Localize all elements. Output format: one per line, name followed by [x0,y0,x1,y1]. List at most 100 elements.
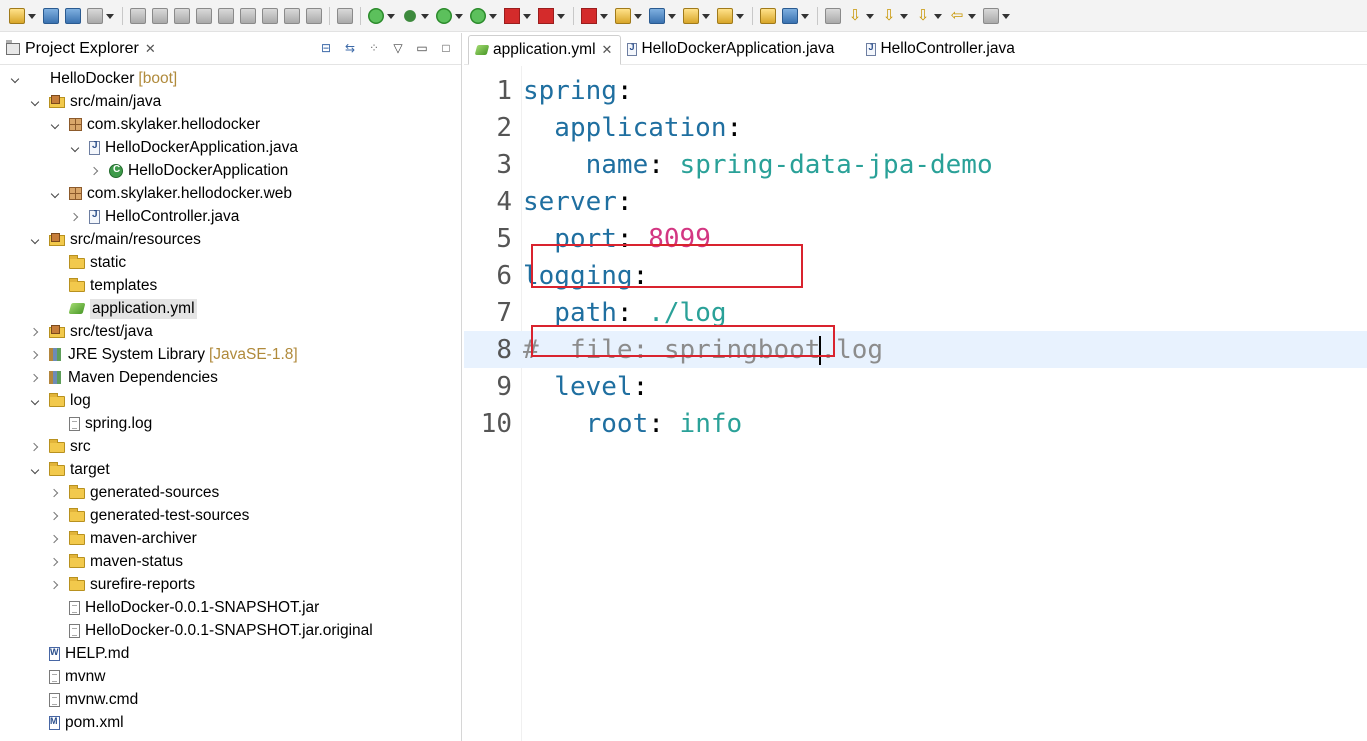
tree-item[interactable]: src/test/java [0,320,461,343]
tree-item[interactable]: mvnw [0,665,461,688]
expanded-chevron-icon[interactable] [50,119,62,131]
collapsed-chevron-icon[interactable] [50,510,62,522]
dropdown-arrow-icon[interactable] [736,8,744,24]
next-annotation-icon[interactable]: ⇩ [847,7,863,24]
filter-icon[interactable]: ⁘ [367,41,381,55]
search-icon[interactable] [760,7,776,24]
dropdown-arrow-icon[interactable] [387,8,395,24]
new-icon[interactable] [9,7,25,24]
dropdown-arrow-icon[interactable] [489,8,497,24]
tree-item[interactable]: HELP.md [0,642,461,665]
step-over-icon[interactable] [262,7,278,24]
view-menu-icon[interactable]: ▽ [391,41,405,55]
tree-item[interactable]: maven-archiver [0,527,461,550]
collapsed-chevron-icon[interactable] [50,487,62,499]
new-java-class-icon[interactable] [649,7,665,24]
use-step-filters-icon[interactable] [337,7,353,24]
collapsed-chevron-icon[interactable] [30,441,42,453]
tree-item[interactable]: com.skylaker.hellodocker.web [0,182,461,205]
expanded-chevron-icon[interactable] [70,142,82,154]
coverage-icon[interactable] [470,7,486,24]
tree-item[interactable]: src [0,435,461,458]
run-icon[interactable] [436,7,452,24]
expanded-chevron-icon[interactable] [50,188,62,200]
dropdown-arrow-icon[interactable] [634,8,642,24]
tree-item[interactable]: static [0,251,461,274]
debug-icon[interactable] [402,7,418,24]
tree-item[interactable]: surefire-reports [0,573,461,596]
collapsed-chevron-icon[interactable] [30,326,42,338]
collapsed-chevron-icon[interactable] [90,165,102,177]
dropdown-arrow-icon[interactable] [600,8,608,24]
save-all-icon[interactable] [65,7,81,24]
tree-item[interactable]: pom.xml [0,711,461,734]
forward-icon[interactable] [983,7,999,24]
save-icon[interactable] [43,7,59,24]
dropdown-arrow-icon[interactable] [523,8,531,24]
close-icon[interactable]: ✕ [602,42,613,58]
tree-item[interactable]: application.yml [0,297,461,320]
tree-item[interactable]: HelloController.java [0,205,461,228]
tree-item[interactable]: src/main/resources [0,228,461,251]
open-type-icon[interactable] [683,7,699,24]
expanded-chevron-icon[interactable] [30,464,42,476]
tree-item[interactable]: maven-status [0,550,461,573]
dropdown-arrow-icon[interactable] [801,8,809,24]
dropdown-arrow-icon[interactable] [106,8,114,24]
dropdown-arrow-icon[interactable] [668,8,676,24]
tree-item[interactable]: mvnw.cmd [0,688,461,711]
tree-item[interactable]: generated-test-sources [0,504,461,527]
dropdown-arrow-icon[interactable] [28,8,36,24]
collapsed-chevron-icon[interactable] [30,349,42,361]
stop-icon[interactable] [538,7,554,24]
last-edit-icon[interactable]: ⇩ [915,7,931,24]
tree-item[interactable]: HelloDocker-0.0.1-SNAPSHOT.jar.original [0,619,461,642]
expanded-chevron-icon[interactable] [30,395,42,407]
tree-item[interactable]: HelloDockerApplication.java [0,136,461,159]
editor-tab[interactable]: HelloController.java [860,34,1022,64]
close-icon[interactable]: ✕ [145,41,156,57]
expanded-chevron-icon[interactable] [30,96,42,108]
project-explorer-tab[interactable]: Project Explorer ✕ [0,33,156,65]
step-return-icon[interactable] [284,7,300,24]
dropdown-arrow-icon[interactable] [455,8,463,24]
skip-breakpoints-icon[interactable] [130,7,146,24]
tree-item[interactable]: HelloDocker [boot] [0,67,461,90]
dropdown-arrow-icon[interactable] [900,8,908,24]
tree-item[interactable]: spring.log [0,412,461,435]
dropdown-arrow-icon[interactable] [968,8,976,24]
resume-icon[interactable] [152,7,168,24]
dropdown-arrow-icon[interactable] [1002,8,1010,24]
tree-item[interactable]: generated-sources [0,481,461,504]
collapsed-chevron-icon[interactable] [50,556,62,568]
code-editor[interactable]: 1 spring: 2 application: 3 name: spring-dat… [464,66,1367,741]
spring-boot-icon[interactable] [368,7,384,24]
dropdown-arrow-icon[interactable] [702,8,710,24]
editor-tab[interactable]: application.yml ✕ [468,35,622,65]
tree-item[interactable]: com.skylaker.hellodocker [0,113,461,136]
open-task-icon[interactable] [717,7,733,24]
external-tools-icon[interactable] [504,7,520,24]
tree-item[interactable]: JRE System Library [JavaSE-1.8] [0,343,461,366]
terminate-icon[interactable] [196,7,212,24]
collapsed-chevron-icon[interactable] [70,211,82,223]
tree-item[interactable]: HelloDockerApplication [0,159,461,182]
tree-item[interactable]: HelloDocker-0.0.1-SNAPSHOT.jar [0,596,461,619]
dropdown-arrow-icon[interactable] [421,8,429,24]
tree-item[interactable]: log [0,389,461,412]
tree-item[interactable]: target [0,458,461,481]
launch-server-icon[interactable] [581,7,597,24]
suspend-icon[interactable] [174,7,190,24]
tree-item[interactable]: src/main/java [0,90,461,113]
step-into-icon[interactable] [240,7,256,24]
disconnect-icon[interactable] [218,7,234,24]
new-java-project-icon[interactable] [615,7,631,24]
collapse-all-icon[interactable]: ⊟ [319,41,333,55]
previous-annotation-icon[interactable]: ⇩ [881,7,897,24]
expanded-chevron-icon[interactable] [10,73,22,85]
dropdown-arrow-icon[interactable] [557,8,565,24]
tree-item[interactable]: templates [0,274,461,297]
dropdown-arrow-icon[interactable] [934,8,942,24]
back-icon[interactable]: ⇦ [949,7,965,24]
maximize-icon[interactable]: □ [439,41,453,55]
